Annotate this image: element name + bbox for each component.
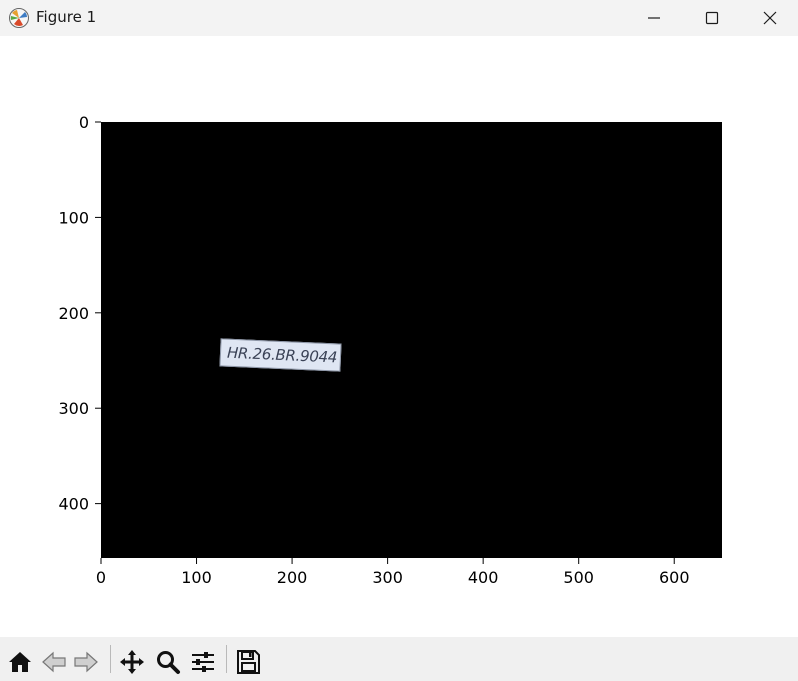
maximize-button[interactable] (683, 0, 741, 36)
x-tick-label: 400 (468, 568, 499, 587)
license-plate: HR.26.BR.9044 (219, 338, 342, 372)
figure-canvas[interactable]: 0 100 200 300 400 500 600 0 100 200 300 400 HR.26.… (0, 36, 798, 637)
y-tick-label: 300 (58, 399, 89, 418)
window-title: Figure 1 (36, 8, 97, 26)
home-button[interactable] (5, 647, 35, 677)
home-icon (9, 652, 31, 672)
zoom-button[interactable] (153, 647, 183, 677)
back-arrow-icon (42, 651, 66, 673)
save-icon (237, 650, 260, 674)
close-button[interactable] (741, 0, 798, 36)
x-tick-label: 500 (563, 568, 594, 587)
plate-number: HR.26.BR.9044 (226, 343, 338, 367)
save-button[interactable] (233, 647, 263, 677)
zoom-icon (157, 651, 180, 674)
y-axis: 0 100 200 300 400 (58, 113, 101, 514)
x-tick-label: 300 (372, 568, 403, 587)
y-tick-label: 0 (79, 113, 89, 132)
forward-arrow-icon (74, 651, 98, 673)
pan-icon (120, 650, 144, 674)
minimize-button[interactable] (625, 0, 683, 36)
x-tick-label: 600 (659, 568, 690, 587)
x-axis: 0 100 200 300 400 500 600 (96, 558, 690, 587)
pan-button[interactable] (117, 647, 147, 677)
x-tick-label: 0 (96, 568, 106, 587)
y-tick-label: 100 (58, 208, 89, 227)
toolbar-separator (110, 645, 111, 673)
configure-subplots-button[interactable] (188, 647, 218, 677)
title-bar: Figure 1 (0, 0, 798, 36)
maximize-icon (705, 11, 719, 25)
forward-button[interactable] (71, 647, 101, 677)
x-tick-label: 100 (181, 568, 212, 587)
y-tick-label: 400 (58, 495, 89, 514)
minimize-icon (648, 17, 660, 19)
close-icon (763, 11, 777, 25)
x-tick-label: 200 (277, 568, 308, 587)
toolbar-separator (226, 645, 227, 673)
y-tick-label: 200 (58, 304, 89, 323)
back-button[interactable] (39, 647, 69, 677)
image-display (101, 122, 722, 558)
configure-subplots-icon (192, 652, 214, 672)
matplotlib-icon (8, 7, 30, 29)
image-axes: 0 100 200 300 400 500 600 0 100 200 300 400 (58, 113, 722, 587)
navigation-toolbar (0, 637, 798, 681)
